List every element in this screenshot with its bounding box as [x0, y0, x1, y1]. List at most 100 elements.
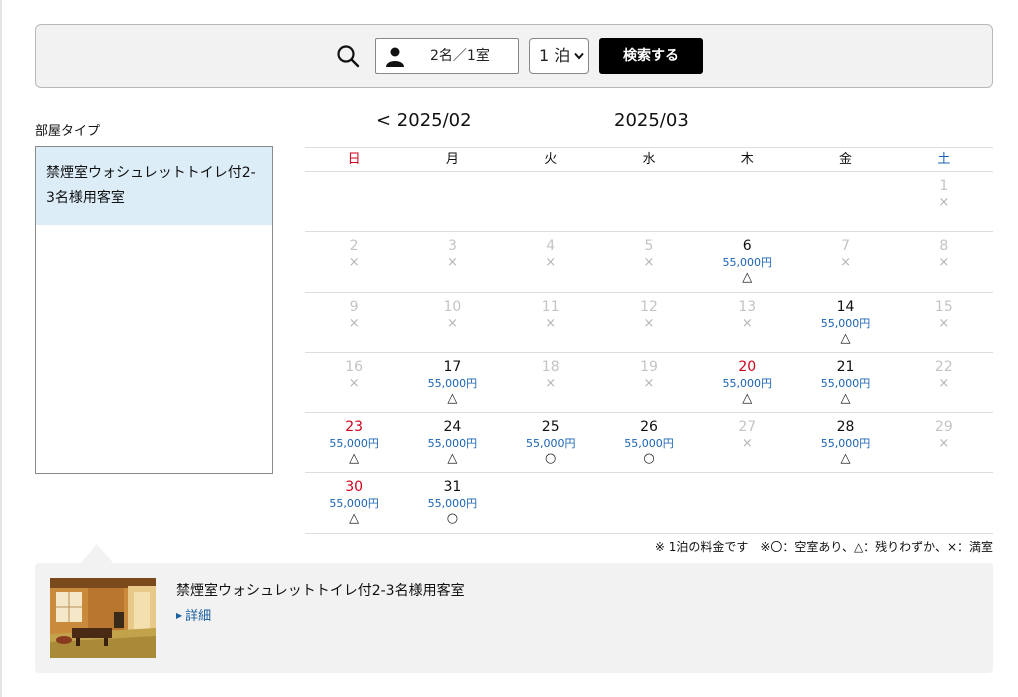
day-number: 13 — [738, 298, 757, 315]
availability-mark: × — [741, 315, 753, 331]
legend-note: ※ 1泊の料金です ※〇：空室あり、△：残りわずか、×：満室 — [654, 540, 993, 554]
calendar-day-cell: 13 × — [698, 293, 796, 352]
calendar-empty-cell — [698, 473, 796, 532]
calendar-empty-cell — [502, 473, 600, 532]
calendar-empty-cell — [796, 172, 894, 231]
chevron-down-icon — [574, 52, 584, 60]
calendar-day-cell[interactable]: 31 55,000円 ○ — [403, 473, 501, 532]
day-number: 1 — [939, 178, 949, 194]
guests-rooms-field[interactable]: 2名／1室 — [375, 38, 519, 74]
day-price: 55,000円 — [820, 316, 871, 330]
search-button[interactable]: 検索する — [599, 38, 703, 74]
play-triangle-icon: ▶ — [176, 611, 183, 620]
day-price: 55,000円 — [820, 376, 871, 390]
availability-mark: △ — [742, 390, 753, 406]
calendar-empty-cell — [600, 473, 698, 532]
calendar-week-row: 9 × 10 × 11 × 12 × 13 × 14 55,000円 △ 15 × — [305, 293, 993, 353]
room-photo[interactable] — [50, 578, 156, 658]
calendar-day-cell[interactable]: 14 55,000円 △ — [796, 293, 894, 352]
guests-rooms-value: 2名／1室 — [430, 48, 490, 64]
calendar-day-cell[interactable]: 25 55,000円 ○ — [502, 413, 600, 472]
calendar-empty-cell — [305, 172, 403, 231]
day-number: 21 — [836, 358, 855, 375]
calendar-day-cell[interactable]: 6 55,000円 △ — [698, 232, 796, 291]
room-card-title: 禁煙室ウォシュレットトイレ付2-3名様用客室 — [176, 583, 465, 599]
weekday-wed: 水 — [642, 152, 656, 167]
nights-value: 1 泊 — [539, 46, 571, 65]
availability-mark: △ — [840, 451, 851, 467]
calendar-day-cell[interactable]: 23 55,000円 △ — [305, 413, 403, 472]
day-price: 55,000円 — [722, 256, 773, 270]
page-left-border — [0, 0, 2, 697]
calendar-empty-cell — [895, 473, 993, 532]
calendar-day-cell[interactable]: 17 55,000円 △ — [403, 353, 501, 412]
day-number: 4 — [546, 238, 556, 255]
search-bar: 2名／1室 1 泊 検索する — [35, 24, 993, 88]
availability-mark: × — [938, 315, 950, 331]
day-price: 55,000円 — [722, 376, 773, 390]
day-number: 17 — [443, 358, 462, 375]
weekday-header: 日 月 火 水 木 金 土 — [305, 147, 993, 172]
calendar-day-cell[interactable]: 24 55,000円 △ — [403, 413, 501, 472]
day-number: 2 — [349, 238, 359, 255]
day-number: 19 — [640, 358, 658, 375]
day-number: 14 — [836, 298, 855, 315]
calendar-empty-cell — [796, 473, 894, 532]
day-number: 20 — [738, 358, 757, 375]
day-number: 15 — [934, 298, 953, 315]
weekday-sat: 土 — [937, 152, 951, 167]
availability-mark: × — [741, 436, 753, 452]
day-number: 23 — [345, 419, 364, 436]
day-price: 55,000円 — [624, 437, 674, 451]
day-number: 22 — [934, 358, 953, 375]
current-month-title: 2025/03 — [614, 110, 689, 131]
availability-mark: × — [643, 375, 655, 391]
calendar-day-cell: 11 × — [502, 293, 600, 352]
calendar-day-cell: 19 × — [600, 353, 698, 412]
availability-mark: × — [446, 315, 458, 331]
availability-mark: × — [446, 255, 458, 271]
weekday-tue: 火 — [544, 152, 558, 167]
availability-mark: × — [840, 255, 851, 271]
availability-mark: × — [348, 315, 360, 331]
calendar-day-cell[interactable]: 20 55,000円 △ — [698, 353, 796, 412]
calendar-body: 1 × 2 × 3 × 4 × 5 × 6 55,000円 △ 7 × 8 × 9 × 10 × 11 × 12 × 13 × 14 5… — [305, 172, 993, 534]
calendar-day-cell[interactable]: 26 55,000円 ○ — [600, 413, 698, 472]
calendar-day-cell[interactable]: 21 55,000円 △ — [796, 353, 894, 412]
weekday-thu: 木 — [740, 152, 754, 167]
day-number: 30 — [345, 479, 364, 496]
day-number: 25 — [541, 419, 560, 436]
calendar-empty-cell — [698, 172, 796, 231]
availability-mark: × — [348, 255, 360, 271]
calendar-week-row: 23 55,000円 △ 24 55,000円 △ 25 55,000円 ○ 26 55,000円 ○… — [305, 413, 993, 474]
availability-mark: ○ — [545, 451, 557, 467]
day-number: 7 — [841, 238, 850, 255]
calendar-day-cell: 10 × — [403, 293, 501, 352]
calendar-empty-cell — [502, 172, 600, 231]
calendar-day-cell[interactable]: 30 55,000円 △ — [305, 473, 403, 532]
card-pointer — [80, 544, 114, 564]
calendar-day-cell: 5 × — [600, 232, 698, 291]
weekday-fri: 金 — [839, 152, 853, 167]
calendar-day-cell: 3 × — [403, 232, 501, 291]
calendar-empty-cell — [403, 172, 501, 231]
day-number: 29 — [934, 419, 953, 436]
availability-mark: × — [938, 375, 950, 391]
calendar-day-cell[interactable]: 28 55,000円 △ — [796, 413, 894, 472]
availability-mark: ○ — [446, 511, 459, 527]
day-number: 28 — [836, 419, 855, 436]
calendar-day-cell: 8 × — [895, 232, 993, 291]
calendar-day-cell: 29 × — [895, 413, 993, 472]
day-price: 55,000円 — [820, 437, 871, 451]
calendar-empty-cell — [600, 172, 698, 231]
calendar-week-row: 30 55,000円 △ 31 55,000円 ○ — [305, 473, 993, 534]
availability-mark: × — [938, 195, 950, 210]
search-icon[interactable] — [336, 44, 360, 68]
day-price: 55,000円 — [427, 437, 478, 451]
detail-link[interactable]: ▶ 詳細 — [176, 605, 211, 624]
room-type-item[interactable]: 禁煙室ウォシュレットトイレ付2-3名様用客室 — [36, 147, 272, 225]
prev-month-link[interactable]: < 2025/02 — [376, 110, 472, 131]
nights-select[interactable]: 1 泊 — [529, 38, 589, 74]
availability-mark: △ — [349, 511, 360, 527]
weekday-sun: 日 — [347, 152, 361, 167]
